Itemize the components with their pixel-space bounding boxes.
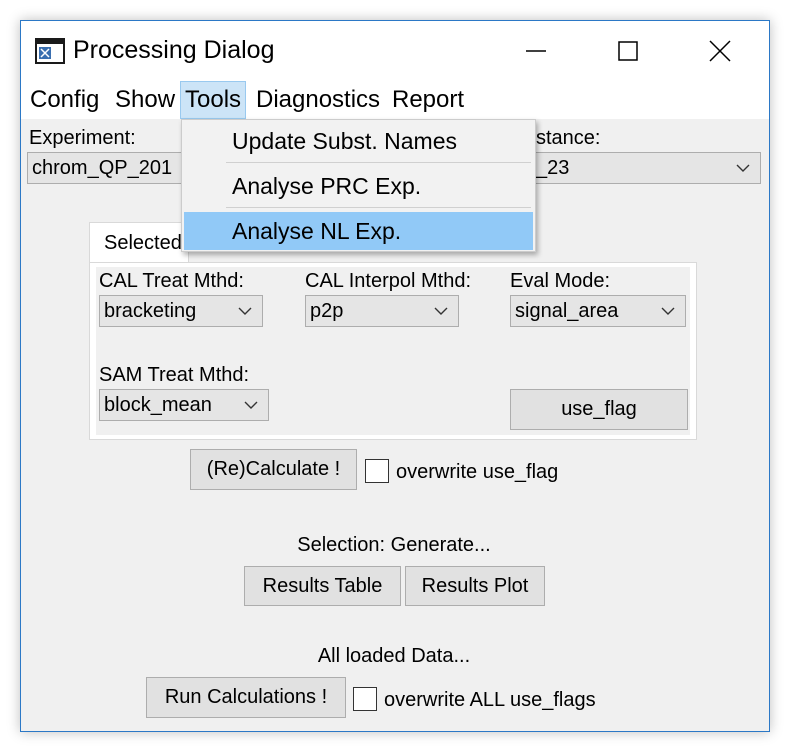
cal-treat-label: CAL Treat Mthd: bbox=[99, 270, 244, 292]
results-table-button[interactable]: Results Table bbox=[244, 566, 401, 606]
close-button[interactable] bbox=[673, 21, 767, 81]
substance-value: _23 bbox=[536, 156, 570, 179]
menu-item-analyse-nl-exp[interactable]: Analyse NL Exp. bbox=[184, 212, 533, 250]
menu-tools[interactable]: Tools bbox=[180, 81, 247, 119]
sam-treat-select[interactable]: block_mean bbox=[99, 389, 269, 421]
chevron-down-icon bbox=[244, 401, 258, 409]
selection-label: Selection: Generate... bbox=[297, 534, 491, 556]
overwrite-use-flag-checkbox[interactable] bbox=[365, 459, 389, 483]
experiment-label: Experiment: bbox=[29, 127, 136, 149]
cal-treat-value: bracketing bbox=[104, 299, 197, 322]
sam-treat-label: SAM Treat Mthd: bbox=[99, 364, 250, 386]
experiment-select[interactable]: chrom_QP_201 bbox=[27, 152, 187, 184]
chevron-down-icon bbox=[661, 307, 675, 315]
menu-item-analyse-prc-exp[interactable]: Analyse PRC Exp. bbox=[184, 167, 533, 205]
menu-bar: Config Show Tools Diagnostics Report bbox=[21, 81, 769, 119]
menu-separator bbox=[226, 207, 531, 208]
processing-dialog-window: Processing Dialog Config Show Tools Diag… bbox=[20, 20, 770, 732]
menu-config[interactable]: Config bbox=[26, 81, 103, 119]
menu-item-update-subst-names[interactable]: Update Subst. Names bbox=[184, 122, 533, 160]
maximize-button[interactable] bbox=[581, 21, 675, 81]
recalculate-button[interactable]: (Re)Calculate ! bbox=[190, 449, 357, 490]
tools-dropdown-menu: Update Subst. Names Analyse PRC Exp. Ana… bbox=[181, 119, 536, 252]
cal-interpol-select[interactable]: p2p bbox=[305, 295, 459, 327]
sam-treat-value: block_mean bbox=[104, 393, 212, 416]
overwrite-use-flag-label: overwrite use_flag bbox=[396, 461, 559, 483]
tab-selected[interactable]: Selected bbox=[89, 222, 189, 264]
chevron-down-icon bbox=[238, 307, 252, 315]
eval-mode-select[interactable]: signal_area bbox=[510, 295, 686, 327]
minimize-icon bbox=[526, 50, 546, 52]
use-flag-button[interactable]: use_flag bbox=[510, 389, 688, 430]
experiment-value: chrom_QP_201 bbox=[32, 156, 173, 179]
run-calculations-button[interactable]: Run Calculations ! bbox=[146, 677, 346, 718]
cal-treat-select[interactable]: bracketing bbox=[99, 295, 263, 327]
app-icon bbox=[35, 38, 65, 64]
menu-show[interactable]: Show bbox=[111, 81, 179, 119]
close-icon bbox=[709, 40, 731, 62]
chevron-down-icon bbox=[434, 307, 448, 315]
results-plot-button[interactable]: Results Plot bbox=[405, 566, 545, 606]
chevron-down-icon bbox=[736, 164, 750, 172]
overwrite-all-label: overwrite ALL use_flags bbox=[384, 689, 596, 711]
window-title: Processing Dialog bbox=[73, 36, 275, 64]
overwrite-all-checkbox[interactable] bbox=[353, 687, 377, 711]
eval-mode-value: signal_area bbox=[515, 299, 619, 322]
substance-select[interactable]: _23 bbox=[529, 152, 761, 184]
eval-mode-label: Eval Mode: bbox=[510, 270, 611, 292]
menu-diagnostics[interactable]: Diagnostics bbox=[252, 81, 384, 119]
minimize-button[interactable] bbox=[489, 21, 583, 81]
substance-label: stance: bbox=[536, 127, 601, 149]
cal-interpol-label: CAL Interpol Mthd: bbox=[305, 270, 472, 292]
tab-selected-label: Selected bbox=[104, 232, 182, 254]
all-loaded-label: All loaded Data... bbox=[317, 645, 471, 667]
maximize-icon bbox=[618, 41, 638, 61]
menu-separator bbox=[226, 162, 531, 163]
title-bar: Processing Dialog bbox=[21, 21, 769, 81]
menu-report[interactable]: Report bbox=[388, 81, 468, 119]
cal-interpol-value: p2p bbox=[310, 299, 344, 322]
